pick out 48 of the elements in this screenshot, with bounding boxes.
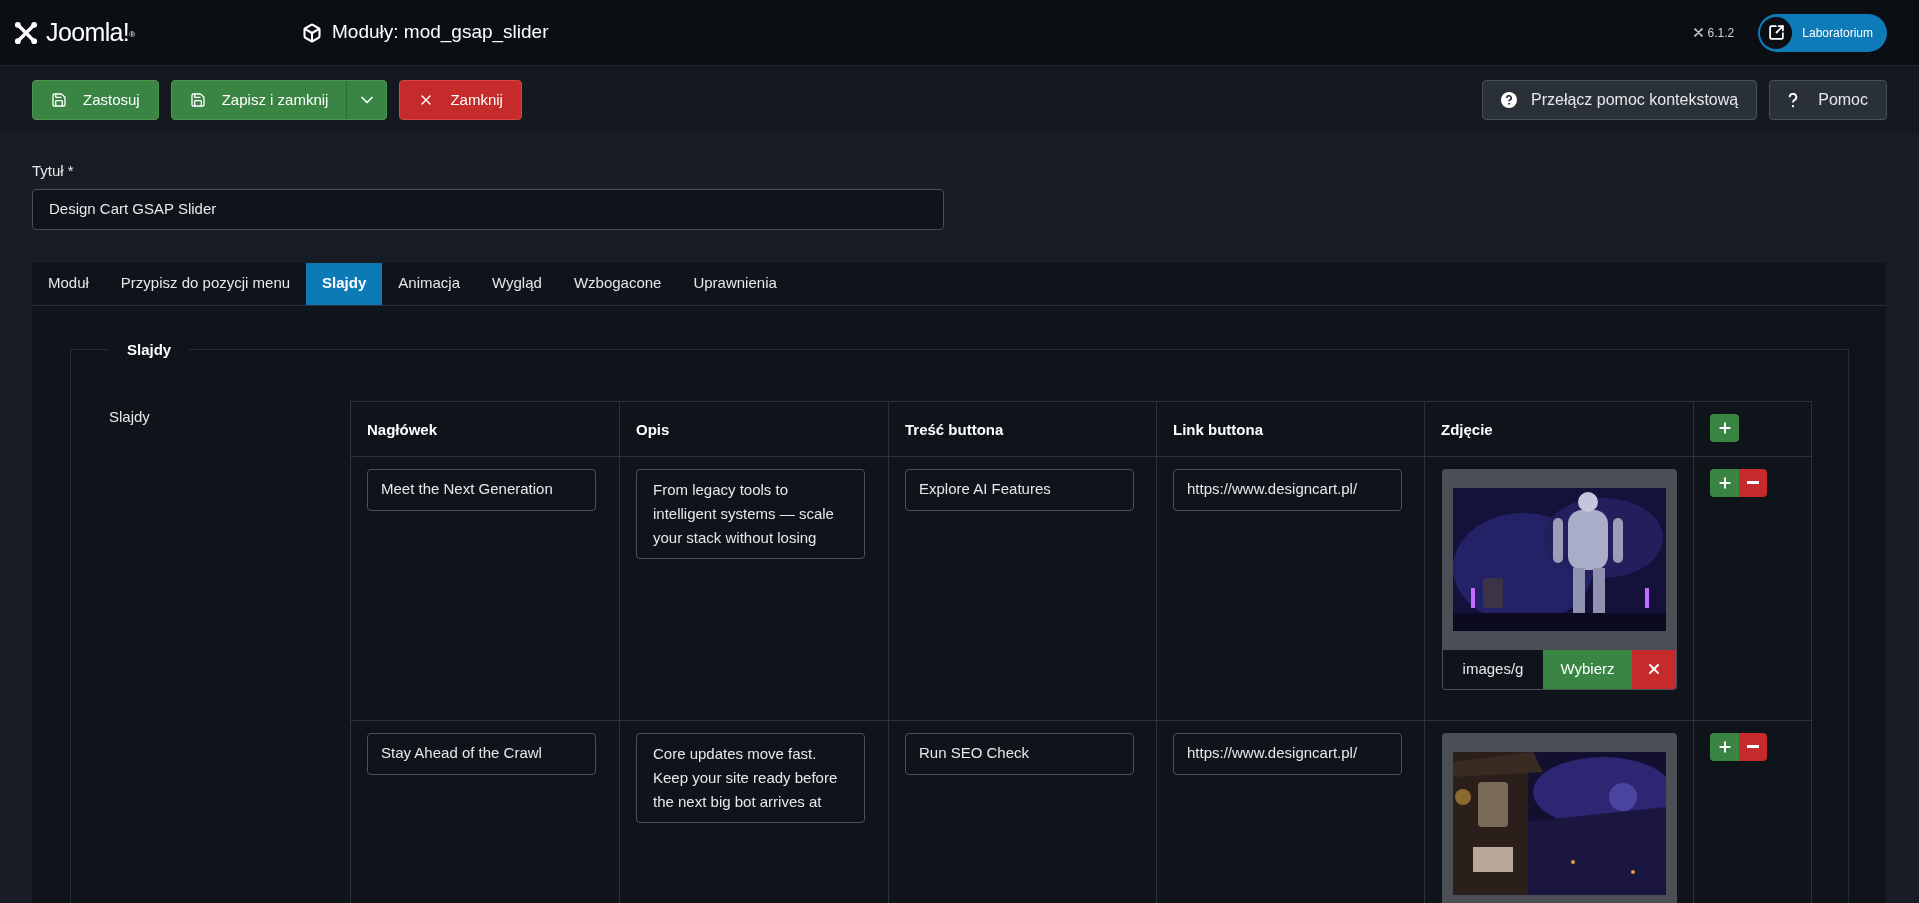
save-icon <box>189 92 206 108</box>
add-row-button[interactable] <box>1710 413 1739 442</box>
title-field[interactable]: Design Cart GSAP Slider <box>32 188 944 230</box>
add-row-button[interactable] <box>1710 732 1739 761</box>
column-header: Nagłówek <box>351 401 620 456</box>
remove-row-button[interactable] <box>1739 732 1767 761</box>
title-label: Tytuł * <box>32 161 75 181</box>
close-button[interactable]: Zamknij <box>399 80 522 120</box>
version-icon <box>1692 27 1704 38</box>
site-link-button[interactable]: Laboratorium <box>1758 13 1887 52</box>
tab[interactable]: Moduł <box>32 262 105 305</box>
question-mark-icon <box>1788 92 1799 108</box>
minus-icon <box>1747 481 1759 484</box>
plus-icon <box>1716 738 1733 755</box>
button-link-field[interactable]: https://www.designcart.pl/ <box>1173 468 1402 511</box>
tab[interactable]: Przypisz do pozycji menu <box>104 262 307 305</box>
apply-button[interactable]: Zastosuj <box>32 80 159 120</box>
minus-icon <box>1747 745 1759 748</box>
cube-icon <box>302 22 322 43</box>
external-link-icon <box>1760 16 1793 49</box>
page-title: Moduły: mod_gsap_slider <box>332 20 549 45</box>
add-row-button[interactable] <box>1710 468 1739 497</box>
column-header: Link buttona <box>1157 401 1425 456</box>
help-icon <box>1501 92 1517 108</box>
remove-row-button[interactable] <box>1739 468 1767 497</box>
logo-text: Joomla!$^{®}$ <box>46 16 135 48</box>
description-field[interactable]: Core updates move fast. Keep your site ready before the next big bot arrives at <box>636 732 865 823</box>
plus-icon <box>1716 474 1733 491</box>
column-header: Zdjęcie <box>1425 401 1694 456</box>
button-text-field[interactable]: Run SEO Check <box>905 732 1134 775</box>
column-header: Treść buttona <box>889 401 1157 456</box>
tab[interactable]: Slajdy <box>306 262 383 305</box>
heading-field[interactable]: Stay Ahead of the Crawl <box>367 732 596 775</box>
plus-icon <box>1716 419 1733 436</box>
column-header: Opis <box>620 401 889 456</box>
context-help-button[interactable]: Przełącz pomoc kontekstową <box>1482 80 1758 120</box>
description-field[interactable]: From legacy tools to intelligent systems — scale your stack without losing <box>636 468 865 559</box>
tab[interactable]: Animacja <box>382 262 476 305</box>
tab[interactable]: Uprawnienia <box>677 262 793 305</box>
version-text: 6.1.2 <box>1707 24 1735 42</box>
tab[interactable]: Wygląd <box>476 262 558 305</box>
button-text-field[interactable]: Explore AI Features <box>905 468 1134 511</box>
button-link-field[interactable]: https://www.designcart.pl/ <box>1173 732 1402 775</box>
field-label: Slajdy <box>109 406 151 427</box>
save-icon <box>51 92 67 108</box>
tab[interactable]: Wzbogacone <box>557 262 678 305</box>
help-button[interactable]: Pomoc <box>1769 80 1887 120</box>
heading-field[interactable]: Meet the Next Generation <box>367 468 596 511</box>
